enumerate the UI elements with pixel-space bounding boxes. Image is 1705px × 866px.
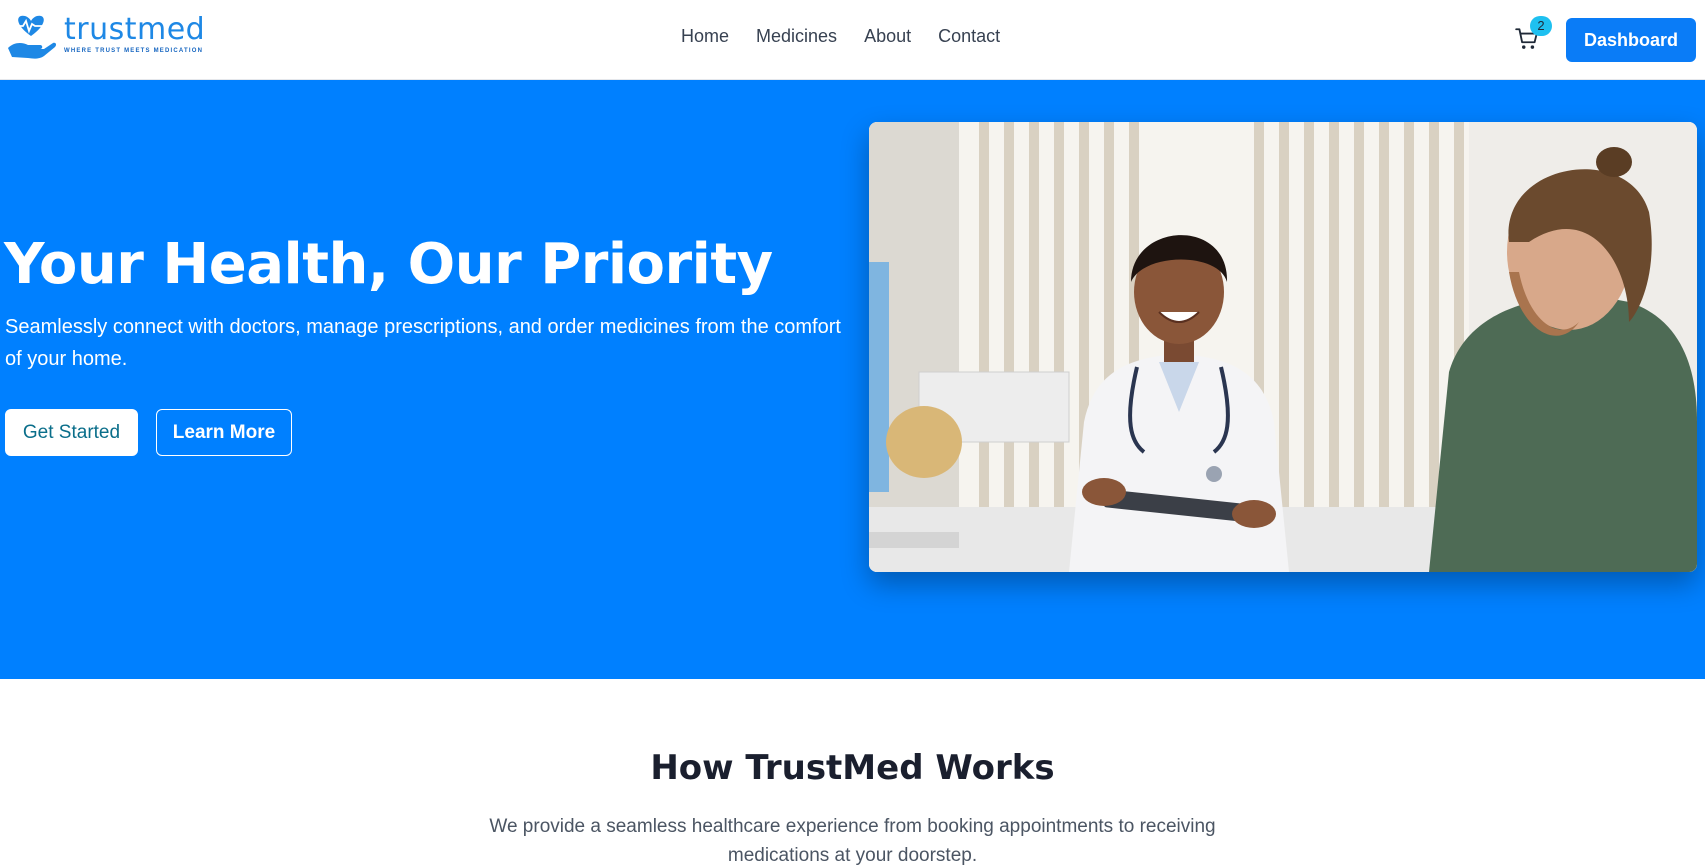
how-it-works-title: How TrustMed Works xyxy=(650,748,1055,788)
brand-tagline: WHERE TRUST MEETS MEDICATION xyxy=(64,48,204,54)
main-nav: Home Medicines About Contact xyxy=(681,26,1027,47)
brand-name: trustmed xyxy=(64,12,206,47)
cart-count-badge: 2 xyxy=(1530,16,1552,36)
get-started-button[interactable]: Get Started xyxy=(5,409,138,456)
how-it-works-subtitle: We provide a seamless healthcare experie… xyxy=(489,816,1216,866)
dashboard-button[interactable]: Dashboard xyxy=(1566,18,1696,62)
hero-subtitle: Seamlessly connect with doctors, manage … xyxy=(5,316,841,370)
doctor-patient-illustration xyxy=(869,122,1697,572)
nav-medicines[interactable]: Medicines xyxy=(756,26,837,47)
learn-more-button[interactable]: Learn More xyxy=(156,409,292,456)
doctor-consultation-image xyxy=(869,122,1697,572)
hero-title: Your Health, Our Priority xyxy=(4,232,773,297)
nav-home[interactable]: Home xyxy=(681,26,729,47)
nav-about[interactable]: About xyxy=(864,26,911,47)
hero-section: Your Health, Our Priority Seamlessly con… xyxy=(0,80,1705,679)
nav-contact[interactable]: Contact xyxy=(938,26,1000,47)
site-header: trustmed WHERE TRUST MEETS MEDICATION Ho… xyxy=(0,0,1705,80)
brand-logo[interactable]: trustmed WHERE TRUST MEETS MEDICATION xyxy=(6,12,205,62)
heart-hand-icon xyxy=(8,15,56,59)
